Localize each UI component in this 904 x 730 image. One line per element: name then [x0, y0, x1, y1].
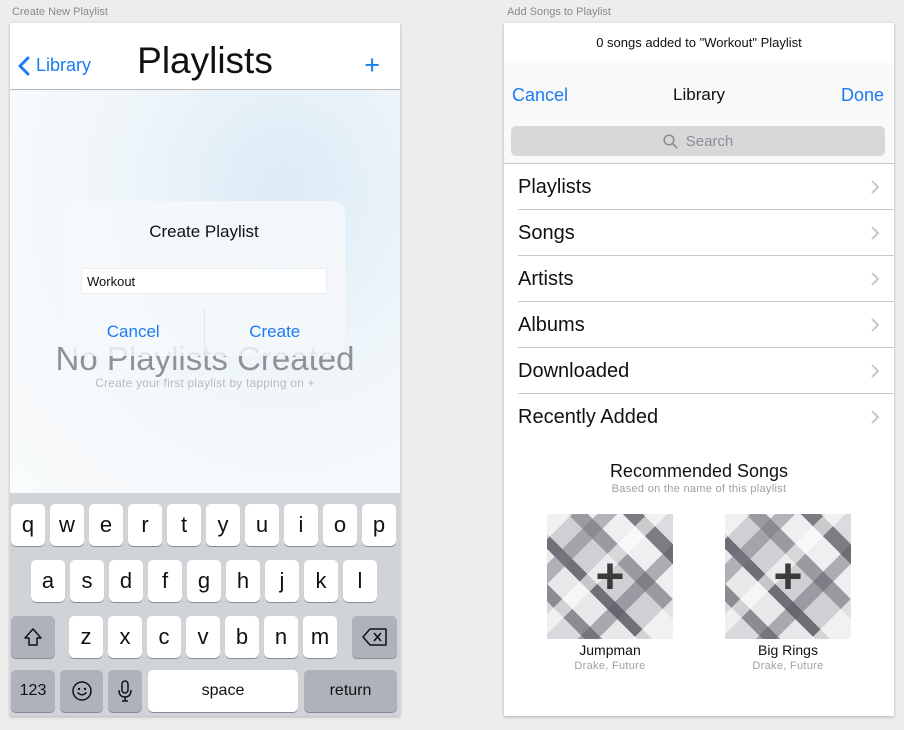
add-icon: + [595, 547, 625, 604]
chevron-right-icon [871, 364, 879, 378]
search-icon [663, 133, 678, 148]
numbers-key[interactable]: 123 [11, 670, 55, 712]
add-playlist-button[interactable]: + [364, 50, 380, 81]
key-w[interactable]: w [50, 504, 84, 546]
library-item-downloaded[interactable]: Downloaded [518, 348, 894, 394]
key-o[interactable]: o [323, 504, 357, 546]
library-item-label: Downloaded [518, 360, 630, 382]
key-v[interactable]: v [186, 616, 220, 658]
library-item-label: Recently Added [518, 406, 659, 428]
artboard-label-right: Add Songs to Playlist [507, 6, 611, 18]
library-item-songs[interactable]: Songs [518, 210, 894, 256]
key-e[interactable]: e [89, 504, 123, 546]
song-artist: Drake, Future [752, 660, 824, 672]
album-art[interactable]: + [547, 514, 673, 639]
create-playlist-dialog: Create Playlist Workout Cancel Create [63, 201, 345, 356]
recommended-subtitle: Based on the name of this playlist [611, 483, 787, 495]
navigation-bar: Library Playlists + [10, 23, 400, 90]
key-s[interactable]: s [70, 560, 104, 602]
microphone-icon [118, 680, 132, 702]
search-placeholder: Search [685, 132, 734, 150]
library-item-playlists[interactable]: Playlists [518, 164, 894, 210]
playlist-name-input[interactable]: Workout [81, 268, 327, 294]
keyboard: qwertyuiop asdfghjkl zxcvbnm 123 space r… [10, 493, 400, 716]
library-list: Playlists Songs Artists Albums Downloaded Rec… [504, 164, 894, 440]
key-q[interactable]: q [11, 504, 45, 546]
key-i[interactable]: i [284, 504, 318, 546]
shift-icon [24, 628, 42, 646]
emoji-key[interactable] [60, 670, 103, 712]
create-playlist-screen: Library Playlists + No Playlists Created… [10, 23, 400, 716]
page-title: Playlists [137, 40, 273, 81]
space-key[interactable]: space [148, 670, 298, 712]
chevron-right-icon [871, 410, 879, 424]
empty-state-subtitle: Create your first playlist by tapping on… [95, 376, 315, 390]
recommended-title: Recommended Songs [609, 461, 789, 481]
library-item-label: Artists [518, 268, 574, 290]
recommended-song[interactable]: + Big Rings Drake, Future [725, 514, 851, 672]
key-h[interactable]: h [226, 560, 260, 602]
dialog-cancel-button[interactable]: Cancel [63, 308, 204, 356]
key-g[interactable]: g [187, 560, 221, 602]
key-l[interactable]: l [343, 560, 377, 602]
key-a[interactable]: a [31, 560, 65, 602]
dictation-key[interactable] [108, 670, 142, 712]
backspace-key[interactable] [352, 616, 397, 658]
key-t[interactable]: t [167, 504, 201, 546]
return-key[interactable]: return [304, 670, 397, 712]
dialog-button-row: Cancel Create [63, 308, 345, 356]
songs-added-banner: 0 songs added to "Workout" Playlist [504, 23, 894, 63]
add-songs-screen: 0 songs added to "Workout" Playlist Canc… [504, 23, 894, 716]
key-b[interactable]: b [225, 616, 259, 658]
library-item-albums[interactable]: Albums [518, 302, 894, 348]
shift-key[interactable] [11, 616, 55, 658]
key-p[interactable]: p [362, 504, 396, 546]
nav-title: Library [673, 85, 725, 104]
library-item-label: Playlists [518, 176, 592, 198]
song-artist: Drake, Future [574, 660, 646, 672]
key-f[interactable]: f [148, 560, 182, 602]
key-j[interactable]: j [265, 560, 299, 602]
key-z[interactable]: z [69, 616, 103, 658]
add-icon: + [773, 547, 803, 604]
key-m[interactable]: m [303, 616, 337, 658]
done-button[interactable]: Done [841, 85, 884, 106]
key-x[interactable]: x [108, 616, 142, 658]
artboard-label-left: Create New Playlist [12, 6, 108, 18]
recommended-song[interactable]: + Jumpman Drake, Future [547, 514, 673, 672]
dialog-create-button[interactable]: Create [205, 308, 346, 356]
library-item-recently-added[interactable]: Recently Added [518, 394, 894, 440]
library-item-artists[interactable]: Artists [518, 256, 894, 302]
song-title: Big Rings [758, 642, 818, 658]
key-k[interactable]: k [304, 560, 338, 602]
chevron-right-icon [871, 272, 879, 286]
key-n[interactable]: n [264, 616, 298, 658]
key-y[interactable]: y [206, 504, 240, 546]
key-u[interactable]: u [245, 504, 279, 546]
album-art[interactable]: + [725, 514, 851, 639]
library-item-label: Songs [518, 222, 575, 244]
library-item-label: Albums [518, 314, 585, 336]
search-input[interactable]: Search [511, 126, 885, 156]
chevron-right-icon [871, 180, 879, 194]
chevron-right-icon [871, 226, 879, 240]
backspace-icon [361, 628, 387, 646]
emoji-icon [71, 681, 92, 701]
key-r[interactable]: r [128, 504, 162, 546]
dialog-title: Create Playlist [149, 222, 259, 241]
chevron-right-icon [871, 318, 879, 332]
navigation-bar: Cancel Library Done [504, 63, 894, 123]
key-d[interactable]: d [109, 560, 143, 602]
key-c[interactable]: c [147, 616, 181, 658]
song-title: Jumpman [579, 642, 641, 658]
